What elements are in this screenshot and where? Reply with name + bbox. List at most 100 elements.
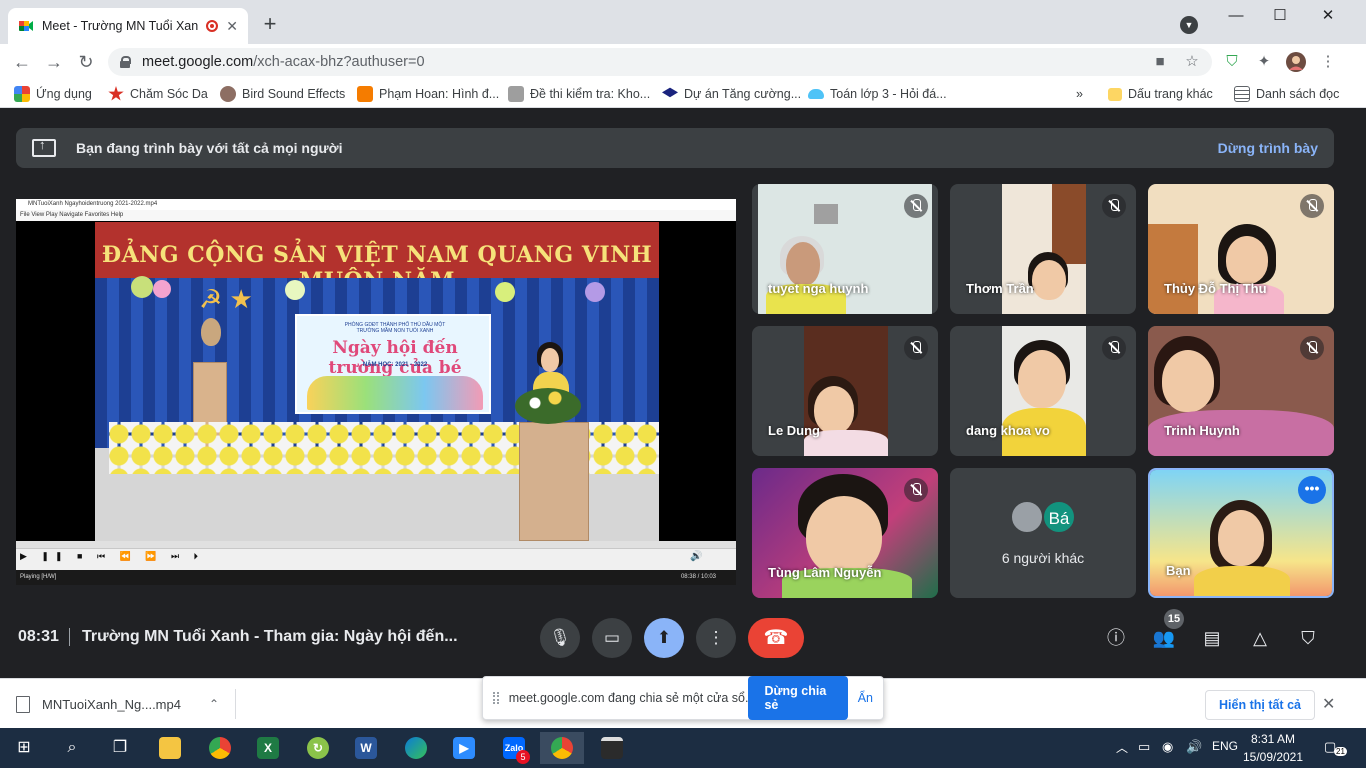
clapperboard-icon [601,736,623,759]
bookmark-cham-soc-da[interactable]: Chăm Sóc Da [108,84,208,104]
search-icon: ⌕ [67,739,77,756]
show-all-downloads-button[interactable]: Hiển thị tất cả [1205,690,1315,720]
microphone-button[interactable]: 🎙 [540,618,580,658]
minimize-button[interactable]: — [1214,6,1258,26]
task-view-icon: ❐ [112,739,128,756]
bookmark-toan-lop-3[interactable]: Toán lớp 3 - Hỏi đá... [808,84,947,104]
taskbar-date: 15/09/2021 [1242,750,1304,764]
input-language[interactable]: ENG [1212,739,1238,753]
reload-button[interactable]: ↻ [74,50,98,74]
taskbar-zoom[interactable]: ▶ [442,732,486,764]
bookmark-de-thi[interactable]: Đề thi kiểm tra: Kho... [508,84,650,104]
camera-in-use-icon[interactable]: ■ [1150,52,1170,72]
stop-presenting-button[interactable]: Dừng trình bày [1218,140,1318,156]
others-tile[interactable]: Bá 6 người khác [950,468,1136,598]
close-tab-icon[interactable]: ✕ [226,18,238,35]
close-download-bar-icon[interactable]: ✕ [1322,694,1335,714]
download-filename: MNTuoiXanh_Ng....mp4 [42,696,181,712]
search-button[interactable]: ⌕ [50,732,94,764]
zoom-icon: ▶ [453,736,475,759]
chevron-up-icon[interactable]: ⌃ [209,697,219,711]
back-button[interactable]: ← [10,50,34,74]
chat-button[interactable]: ▤ [1200,626,1224,650]
leave-call-button[interactable]: ☎ [748,618,804,658]
maximize-button[interactable]: ☐ [1258,6,1302,26]
shield-extension-icon[interactable]: ⛉ [1222,52,1242,72]
hide-notice-button[interactable]: Ẩn [858,691,873,705]
close-window-button[interactable]: ✕ [1306,6,1350,26]
bookmark-bird-sound[interactable]: Bird Sound Effects [220,84,345,104]
forward-button[interactable]: → [42,50,66,74]
taskbar-video-player[interactable] [590,732,634,764]
host-controls-button[interactable]: ⛉ [1296,626,1320,650]
present-button[interactable]: ⬆ [644,618,684,658]
taskbar-word[interactable]: W [344,732,388,764]
party-emblem-icon: ☭ ★ [199,284,253,314]
bookmark-apps[interactable]: Ứng dụng [14,84,92,104]
mic-off-icon [904,478,928,502]
show-hidden-icons[interactable]: ︿ [1116,739,1128,756]
battery-icon[interactable]: ▭ [1138,739,1150,755]
browser-tab-meet[interactable]: Meet - Trường MN Tuổi Xanh ✕ [8,8,248,44]
balloon [131,276,153,298]
taskbar-edge[interactable] [394,732,438,764]
profile-avatar[interactable] [1286,52,1306,72]
participant-tile[interactable]: Trinh Huynh [1148,326,1334,456]
info-icon: ⓘ [1107,628,1125,648]
task-view-button[interactable]: ❐ [98,732,142,764]
drag-handle-icon[interactable] [493,692,499,704]
browser-menu-icon[interactable]: ⋮ [1318,52,1338,72]
extensions-puzzle-icon[interactable]: ✦ [1254,52,1274,72]
taskbar-excel[interactable]: X [246,732,290,764]
activities-button[interactable]: △ [1248,626,1272,650]
camera-button[interactable]: ▭ [592,618,632,658]
activities-shapes-icon: △ [1253,628,1267,648]
action-center[interactable]: ▢ 21 [1324,739,1347,756]
flower-bouquet [515,388,581,424]
bookmark-other[interactable]: Dấu trang khác [1108,84,1213,104]
taskbar-clock[interactable]: 8:31 AM 15/09/2021 [1240,730,1306,766]
taskbar-file-explorer[interactable] [148,732,192,764]
tab-search-button[interactable]: ▼ [1180,16,1198,34]
taskbar-chrome[interactable] [198,732,242,764]
mic-off-icon [1102,336,1126,360]
zalo-badge: 5 [516,750,530,764]
volume-icon[interactable]: 🔊 [1186,739,1202,755]
taskbar-app[interactable]: ↻ [296,732,340,764]
poster-kids-illustration [307,376,483,410]
participant-tile[interactable]: Le Dung [752,326,938,456]
player-buttons[interactable]: ▶ ❚❚ ■ ⏮ ⏪ ⏩ ⏭ ⏵ [20,551,204,562]
bookmark-pham-hoan[interactable]: Phạm Hoan: Hình đ... [357,84,499,104]
player-seek-bar[interactable] [16,541,736,549]
new-tab-button[interactable]: + [258,12,282,36]
taskbar-chrome-active[interactable] [540,732,584,764]
more-options-button[interactable]: ⋮ [696,618,736,658]
participant-name: Tùng Lâm Nguyễn [768,565,882,580]
participant-tile[interactable]: dang khoa vo [950,326,1136,456]
volume-icon[interactable]: 🔊 [690,551,702,562]
bookmark-star-icon[interactable]: ☆ [1182,52,1202,72]
star-icon [108,86,124,101]
start-button[interactable]: ⊞ [2,732,46,764]
participant-tile[interactable]: tuyet nga huynh [752,184,938,314]
people-button[interactable]: 👥 [1152,626,1176,650]
taskbar-zalo[interactable]: Zalo 5 [492,732,536,764]
player-title-bar: MNTuoiXanh Ngayhoidentruong 2021-2022.mp… [16,199,736,210]
participant-tile[interactable]: Thủy Đỗ Thị Thu [1148,184,1334,314]
download-item[interactable]: MNTuoiXanh_Ng....mp4 ⌃ [16,689,236,719]
reading-list[interactable]: Danh sách đọc [1234,84,1339,104]
chat-icon: ▤ [1203,628,1221,648]
windows-logo-icon: ⊞ [17,739,31,756]
tile-more-options-button[interactable]: ••• [1298,476,1326,504]
participant-tile[interactable]: Tùng Lâm Nguyễn [752,468,938,598]
network-icon[interactable]: ◉ [1162,739,1173,755]
balloon [285,280,305,300]
self-tile[interactable]: ••• Bạn [1148,468,1334,598]
people-icon: 👥 [1152,628,1176,648]
bookmark-du-an[interactable]: Dự án Tăng cường... [662,84,801,104]
meeting-details-button[interactable]: ⓘ [1104,626,1128,650]
participant-tile[interactable]: Thơm Trần [950,184,1136,314]
stop-sharing-button[interactable]: Dừng chia sẻ [748,676,848,720]
address-bar[interactable]: meet.google.com/xch-acax-bhz?authuser=0 [108,48,1212,76]
bookmarks-overflow-icon[interactable]: » [1076,84,1083,104]
